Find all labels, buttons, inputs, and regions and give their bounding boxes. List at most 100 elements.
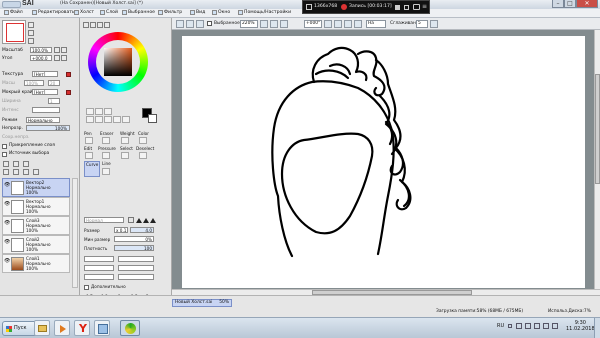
eraser-tool-icon[interactable] [102,137,110,144]
texture-color-swatch[interactable] [66,72,71,77]
zoom-icon[interactable] [95,116,103,123]
color-wheel-mode-icon[interactable] [83,22,89,28]
tool-line[interactable]: Line [102,161,111,166]
sai-taskbar-icon[interactable] [120,320,140,336]
eyedropper-icon[interactable] [122,116,130,123]
tool-pressure[interactable]: Pressure [98,146,116,151]
visibility-eye-icon[interactable]: 👁 [4,182,10,188]
yandex-browser-icon[interactable]: Y [74,320,90,336]
deselect-tool-icon[interactable] [139,152,147,159]
rotate-reset-icon[interactable] [344,20,352,28]
blend-mode-select[interactable]: Нормально [26,117,60,123]
rotate-right-icon[interactable] [334,20,342,28]
edit-tool-icon[interactable] [85,152,93,159]
line-tool-icon[interactable] [102,168,110,175]
layer-row[interactable]: 👁 Вектор1 Нормально 100% [2,197,70,216]
texture-scale-field[interactable]: 100% [24,80,44,86]
clear-layer-icon[interactable] [23,169,29,175]
tool-weight[interactable]: Weight [120,131,135,136]
brush-option-select[interactable] [118,265,154,271]
color-tool-icon[interactable] [139,137,147,144]
brush-shape-icon[interactable] [128,217,134,223]
layer-row[interactable]: 👁 Слой3 Нормально 100% [2,216,70,235]
pressure-tool-icon[interactable] [102,152,110,159]
visibility-eye-icon[interactable]: 👁 [4,220,10,226]
menu-view[interactable]: Вид [190,10,205,15]
tool-pen[interactable]: Pen [84,131,92,136]
texture-strength-field[interactable]: 20 [48,80,60,86]
scale-plus-icon[interactable] [61,47,67,53]
invert-selection-icon[interactable] [196,20,204,28]
width-field[interactable]: 1 [48,98,60,104]
close-button[interactable]: ✕ [576,0,598,8]
opacity-slider[interactable]: 100% [26,125,70,131]
layer-row[interactable]: 👁 Слой2 Нормально 100% [2,235,70,254]
tray-app-icon[interactable] [525,323,531,329]
brush-mode-select[interactable]: Нормал [84,217,124,223]
color-wheel[interactable] [88,32,148,92]
menu-icon[interactable]: ≡ [422,4,428,10]
menu-canvas[interactable]: Холст [74,10,94,15]
select-tool-icon[interactable] [176,20,184,28]
tool-edit[interactable]: Edit [84,146,92,151]
angle-field[interactable]: На [366,20,386,28]
vertical-scroll-thumb[interactable] [595,74,600,184]
brush-option-select[interactable] [118,274,154,280]
lasso-icon[interactable] [95,108,103,115]
minimize-button[interactable]: – [552,0,564,8]
new-layer-icon[interactable] [3,161,9,167]
color-sv-square[interactable] [104,48,132,76]
min-size-slider[interactable]: 0% [114,236,154,242]
wet-edge-color-swatch[interactable] [66,90,71,95]
advanced-checkbox[interactable] [84,285,89,290]
layer-row[interactable]: 👁 Вектор2 Нормально 100% [2,178,70,197]
visibility-eye-icon[interactable]: 👁 [4,201,10,207]
zoom-out-icon[interactable] [260,20,268,28]
maximize-button[interactable]: □ [564,0,576,8]
secondary-color-swatch[interactable] [148,114,157,123]
tool-color[interactable]: Color [138,131,149,136]
angle-field[interactable]: +000.0 [30,55,52,61]
camera-icon[interactable] [413,4,420,10]
menu-filter[interactable]: Фильтр [158,10,182,15]
merge-down-icon[interactable] [13,169,19,175]
rotate-left-icon[interactable] [324,20,332,28]
weight-tool-icon[interactable] [121,137,129,144]
selection-source-checkbox[interactable] [2,152,7,157]
brush-shape-icon[interactable] [143,218,149,223]
tool-deselect[interactable]: Deselect [136,146,154,151]
select-tool-icon[interactable] [121,152,129,159]
menu-selection[interactable]: Выбранное [122,10,155,15]
smoothing-dropdown-icon[interactable] [430,20,438,28]
document-tab[interactable]: Новый Холст.sai 50% [172,299,232,307]
curve-tool[interactable]: Curve [84,161,100,177]
angle-plus-icon[interactable] [61,55,67,61]
wet-edge-select[interactable]: [Нет] [32,89,58,95]
delete-layer-icon[interactable] [33,169,39,175]
rotation-input[interactable]: +000° [304,20,322,28]
menu-file[interactable]: Файл [4,10,23,15]
menu-window[interactable]: Окно [212,10,230,15]
brush-option-select[interactable] [118,256,154,262]
show-desktop-button[interactable] [594,318,600,338]
magic-wand-icon[interactable] [104,108,112,115]
brush-option-select[interactable] [84,265,114,271]
volume-icon[interactable] [543,323,549,329]
rotate-icon[interactable] [104,116,112,123]
density-slider[interactable]: 100 [114,245,154,251]
selection-checkbox[interactable] [207,21,212,26]
nav-reset-icon[interactable] [28,38,34,44]
zoom-in-icon[interactable] [270,20,278,28]
nav-zoom-out-icon[interactable] [28,30,34,36]
media-player-icon[interactable] [54,320,70,336]
move-icon[interactable] [86,116,94,123]
swatches-mode-icon[interactable] [104,22,110,28]
pause-icon[interactable] [404,5,409,10]
navigator-preview[interactable] [2,20,26,44]
brush-shape-icon[interactable] [136,218,142,223]
rgb-slider-mode-icon[interactable] [90,22,96,28]
tray-app-icon[interactable] [516,323,522,329]
texture-select[interactable]: [Нет] [32,71,58,77]
visibility-eye-icon[interactable]: 👁 [4,258,10,264]
file-explorer-icon[interactable] [34,320,50,336]
